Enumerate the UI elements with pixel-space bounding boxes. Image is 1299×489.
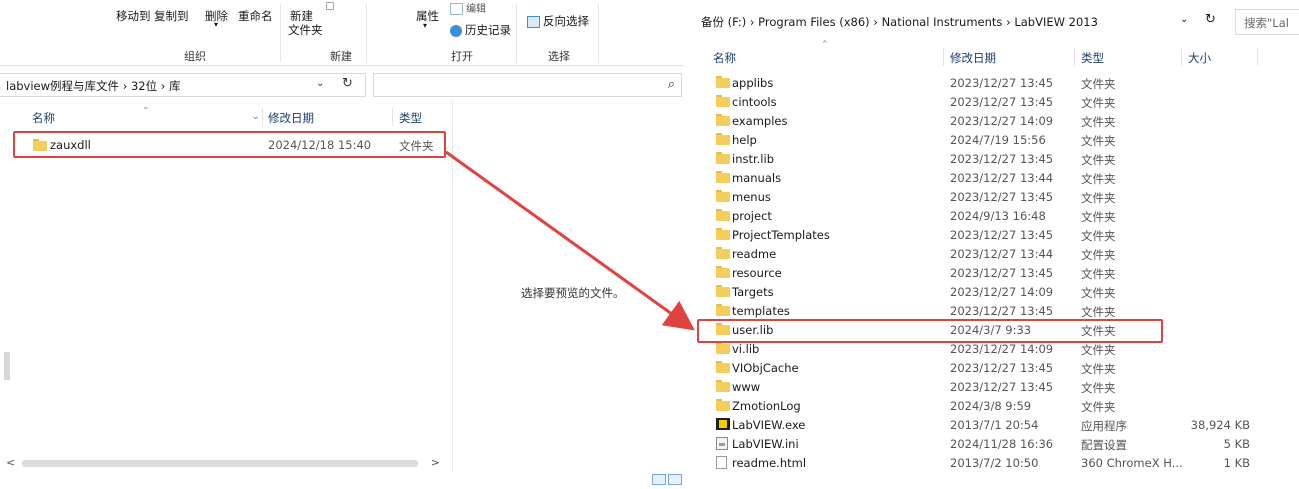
annotation-arrow	[445, 150, 695, 331]
